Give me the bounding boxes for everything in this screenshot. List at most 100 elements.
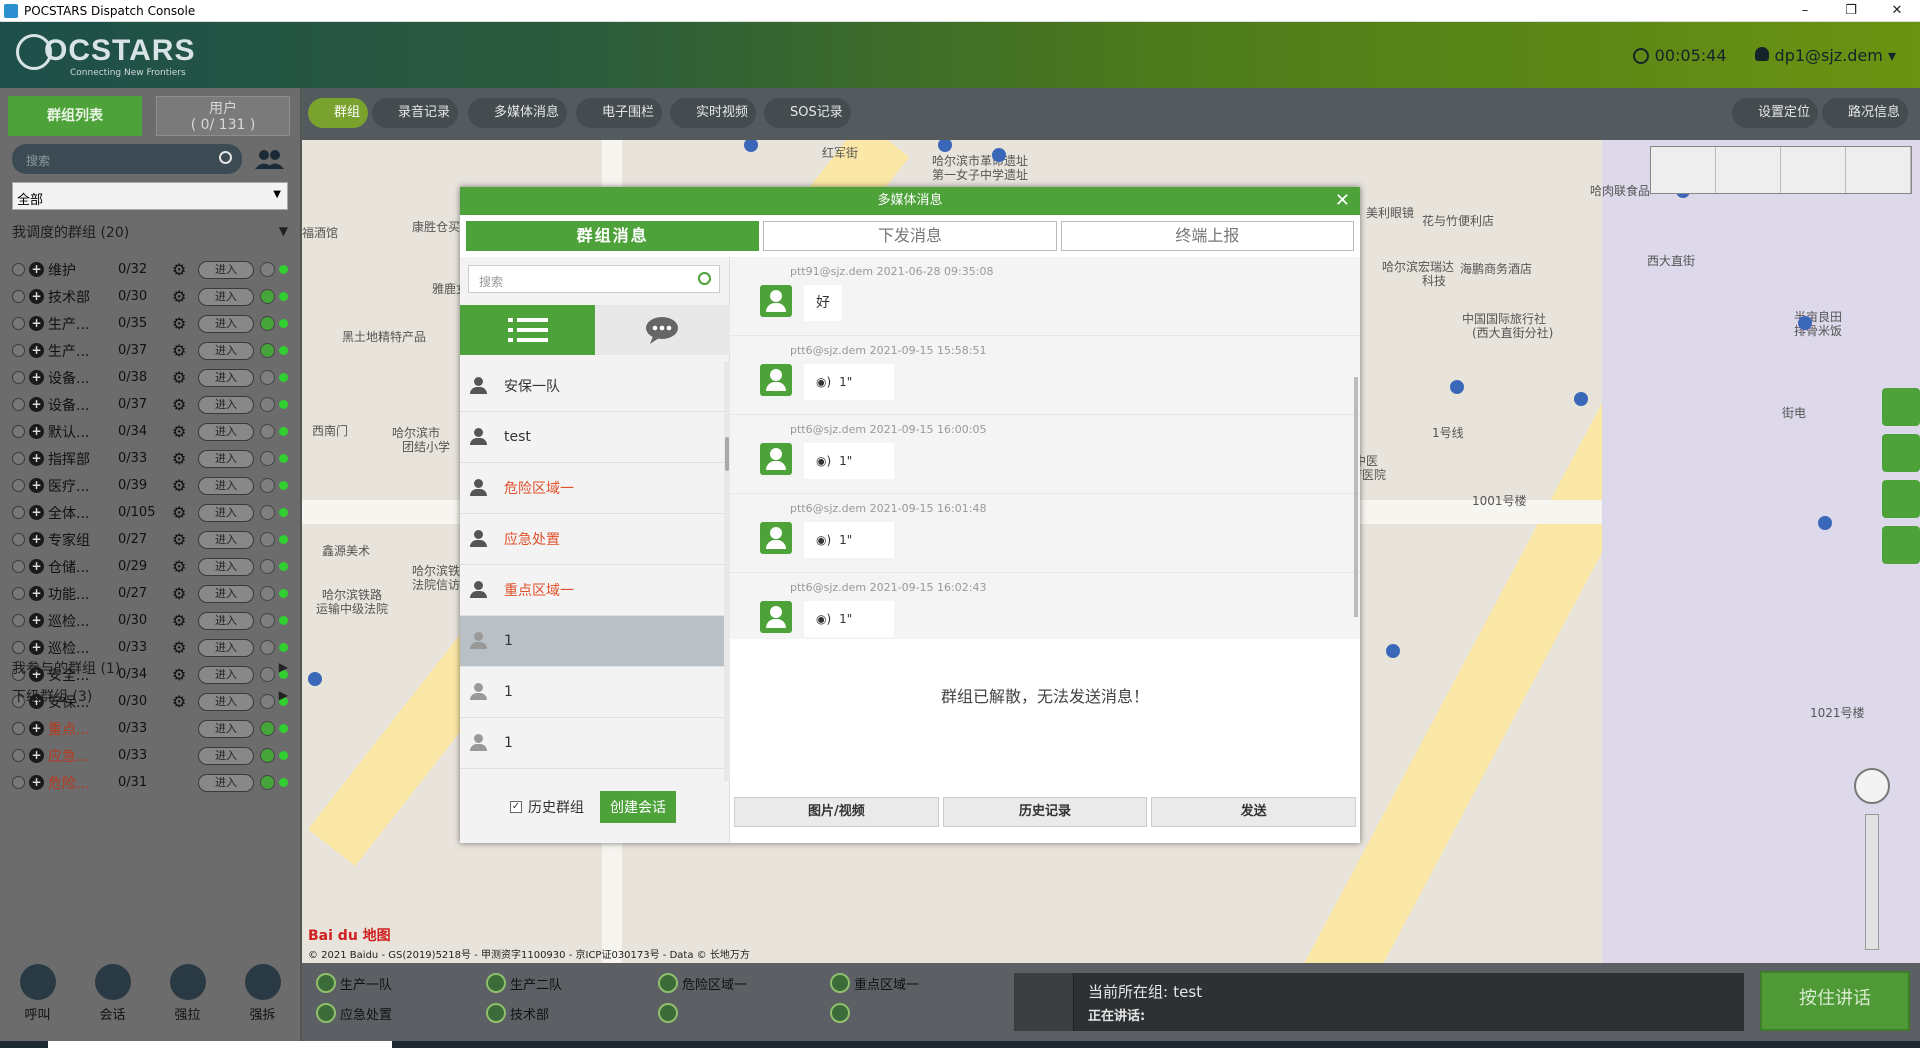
group-filter-select[interactable]: 全部 ▼: [12, 182, 288, 210]
group-radio[interactable]: [12, 263, 25, 276]
group-radio[interactable]: [12, 425, 25, 438]
user-menu[interactable]: dp1@sjz.dem ▾: [1754, 46, 1896, 65]
call-button[interactable]: 呼叫: [19, 964, 56, 1048]
ptt-status-icon[interactable]: [260, 721, 275, 736]
search-icon[interactable]: [219, 151, 232, 164]
voice-message-bubble[interactable]: ◉) 1": [804, 522, 894, 558]
expand-plus-icon[interactable]: +: [29, 343, 44, 358]
group-row[interactable]: + 指挥部 0/33 ⚙ 进入: [12, 445, 298, 472]
map-poi-pin-icon[interactable]: [308, 672, 322, 686]
expand-plus-icon[interactable]: +: [29, 316, 44, 331]
group-radio[interactable]: [12, 641, 25, 654]
conversation-item[interactable]: test: [460, 412, 724, 463]
group-row[interactable]: + 设备... 0/37 ⚙ 进入: [12, 391, 298, 418]
voice-message-bubble[interactable]: ◉) 1": [804, 364, 894, 400]
enter-group-button[interactable]: 进入: [198, 287, 254, 306]
conversation-item[interactable]: 1: [460, 616, 724, 667]
group-radio[interactable]: [12, 371, 25, 384]
quick-group-2[interactable]: 生产二队: [486, 973, 562, 993]
group-row[interactable]: + 专家组 0/27 ⚙ 进入: [12, 526, 298, 553]
expand-plus-icon[interactable]: +: [29, 262, 44, 277]
ptt-status-icon[interactable]: [260, 559, 275, 574]
circle-tool-icon[interactable]: [1781, 147, 1846, 193]
map-poi-pin-icon[interactable]: [1450, 380, 1464, 394]
maximize-button[interactable]: ❐: [1828, 0, 1874, 22]
expand-plus-icon[interactable]: +: [29, 640, 44, 655]
group-radio[interactable]: [12, 749, 25, 762]
traffic-info-button[interactable]: 路况信息: [1822, 98, 1909, 128]
group-radio[interactable]: [12, 776, 25, 789]
conversation-item[interactable]: 安保一队: [460, 361, 724, 412]
map-poi-pin-icon[interactable]: [992, 148, 1006, 162]
quick-group-empty-1[interactable]: [658, 1003, 682, 1023]
ptt-status-icon[interactable]: [260, 613, 275, 628]
group-row[interactable]: + 默认... 0/34 ⚙ 进入: [12, 418, 298, 445]
group-row[interactable]: + 设备... 0/38 ⚙ 进入: [12, 364, 298, 391]
force-pull-button[interactable]: 强拉: [169, 964, 206, 1048]
tab-users[interactable]: 用户 ( 0/ 131 ): [156, 96, 290, 136]
conversation-item[interactable]: 危险区域一: [460, 463, 724, 514]
quick-group-3[interactable]: 危险区域一: [658, 973, 747, 993]
enter-group-button[interactable]: 进入: [198, 449, 254, 468]
my-dispatched-groups-header[interactable]: 我调度的群组 (20) ▼: [12, 222, 292, 242]
group-radio[interactable]: [12, 614, 25, 627]
group-radio[interactable]: [12, 452, 25, 465]
create-session-button[interactable]: 创建会话: [600, 791, 676, 823]
search-icon[interactable]: [698, 272, 711, 285]
close-window-button[interactable]: ✕: [1874, 0, 1920, 22]
enter-group-button[interactable]: 进入: [198, 368, 254, 387]
ptt-status-icon[interactable]: [260, 343, 275, 358]
gear-icon[interactable]: ⚙: [172, 261, 188, 278]
group-radio[interactable]: [12, 506, 25, 519]
group-radio[interactable]: [12, 722, 25, 735]
history-groups-checkbox[interactable]: ✓: [510, 801, 522, 813]
group-row[interactable]: + 仓储... 0/29 ⚙ 进入: [12, 553, 298, 580]
message-scrollbar[interactable]: [1354, 377, 1358, 617]
conversation-item[interactable]: 1: [460, 667, 724, 718]
enter-group-button[interactable]: 进入: [198, 611, 254, 630]
group-members-icon[interactable]: [254, 148, 284, 170]
conversation-item[interactable]: 重点区域一: [460, 565, 724, 616]
group-search-input[interactable]: 搜索: [12, 144, 242, 174]
expand-plus-icon[interactable]: +: [29, 370, 44, 385]
enter-group-button[interactable]: 进入: [198, 773, 254, 792]
enter-group-button[interactable]: 进入: [198, 530, 254, 549]
enter-group-button[interactable]: 进入: [198, 746, 254, 765]
map-poi-pin-icon[interactable]: [938, 140, 952, 152]
tab-recordings[interactable]: 录音记录: [372, 98, 459, 128]
polygon-tool-icon[interactable]: [1716, 147, 1781, 193]
group-radio[interactable]: [12, 560, 25, 573]
enter-group-button[interactable]: 进入: [198, 314, 254, 333]
group-radio[interactable]: [12, 479, 25, 492]
ptt-status-icon[interactable]: [260, 586, 275, 601]
group-row[interactable]: + 生产... 0/37 ⚙ 进入: [12, 337, 298, 364]
conversation-item[interactable]: 1: [460, 718, 724, 769]
group-radio[interactable]: [12, 398, 25, 411]
enter-group-button[interactable]: 进入: [198, 557, 254, 576]
quick-group-4[interactable]: 重点区域一: [830, 973, 919, 993]
map-poi-pin-icon[interactable]: [744, 140, 758, 152]
ptt-status-icon[interactable]: [260, 370, 275, 385]
image-video-button[interactable]: 图片/视频: [734, 797, 939, 827]
quick-group-5[interactable]: 应急处置: [316, 1003, 392, 1023]
push-to-talk-button[interactable]: 按住讲话: [1760, 971, 1910, 1031]
ruler-button[interactable]: [1882, 480, 1920, 518]
minimize-button[interactable]: –: [1782, 0, 1828, 22]
session-button[interactable]: 会话: [94, 964, 131, 1048]
tab-live-video[interactable]: 实时视频: [670, 98, 757, 128]
expand-plus-icon[interactable]: +: [29, 559, 44, 574]
enter-group-button[interactable]: 进入: [198, 260, 254, 279]
quick-group-empty-2[interactable]: [830, 1003, 854, 1023]
gear-icon[interactable]: ⚙: [172, 423, 188, 440]
enter-group-button[interactable]: 进入: [198, 584, 254, 603]
expand-plus-icon[interactable]: +: [29, 478, 44, 493]
tab-group[interactable]: 群组: [308, 98, 369, 128]
ptt-status-icon[interactable]: [260, 316, 275, 331]
expand-plus-icon[interactable]: +: [29, 397, 44, 412]
gear-icon[interactable]: ⚙: [172, 639, 188, 656]
ptt-status-icon[interactable]: [260, 505, 275, 520]
ptt-status-icon[interactable]: [260, 640, 275, 655]
gear-icon[interactable]: ⚙: [172, 558, 188, 575]
expand-plus-icon[interactable]: +: [29, 721, 44, 736]
eye-view-button[interactable]: [1882, 434, 1920, 472]
